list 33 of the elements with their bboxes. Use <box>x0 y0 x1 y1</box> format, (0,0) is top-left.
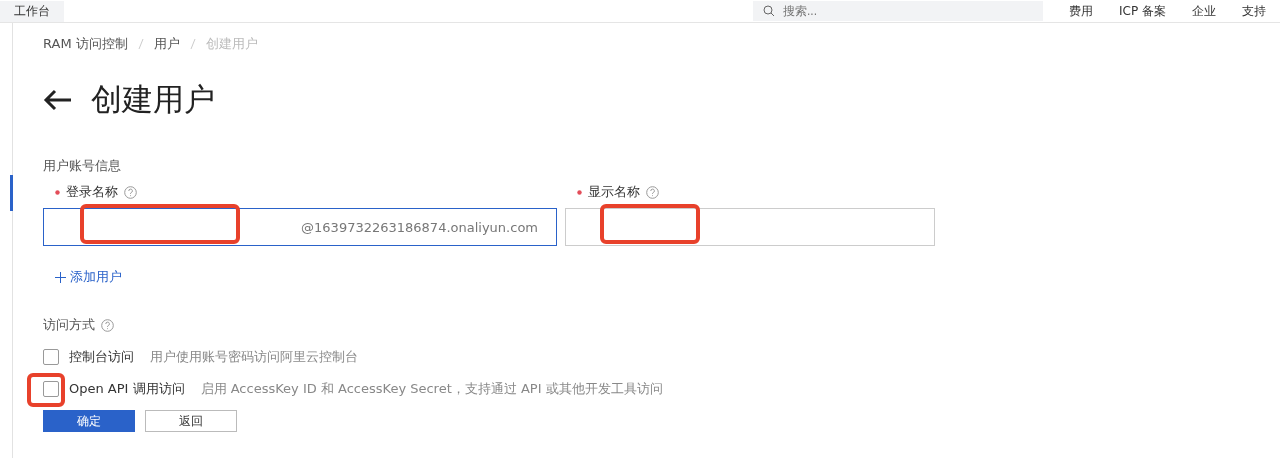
search-field[interactable]: 搜索... <box>781 3 986 19</box>
search-box[interactable]: 搜索... <box>753 1 1044 21</box>
checkbox[interactable] <box>43 349 59 365</box>
separator-icon <box>137 38 144 50</box>
checkbox[interactable] <box>43 381 59 397</box>
nav-link[interactable]: 支持 <box>1242 2 1266 20</box>
field-label: 登录名称 <box>66 183 118 201</box>
help-icon <box>124 185 137 199</box>
search-icon <box>763 5 776 17</box>
active-indicator <box>10 175 13 211</box>
help-icon <box>646 185 659 199</box>
nav-link[interactable]: 费用 <box>1069 2 1094 20</box>
separator-icon <box>189 38 196 50</box>
option-description: 用户使用账号密码访问阿里云控制台 <box>150 348 358 366</box>
page-title: 创建用户 <box>91 80 215 119</box>
back-button[interactable]: 返回 <box>145 410 237 432</box>
confirm-button[interactable]: 确定 <box>43 410 135 432</box>
checkbox-label: Open API 调用访问 <box>69 380 185 398</box>
option-description: 启用 AccessKey ID 和 AccessKey Secret，支持通过 API 或其他开发工具访问 <box>200 380 663 398</box>
add-user-link[interactable]: 添加用户 <box>43 268 1280 286</box>
nav-link[interactable]: 企业 <box>1192 2 1216 20</box>
breadcrumb-link[interactable]: 用户 <box>153 35 180 53</box>
help-icon <box>101 318 114 332</box>
section-title: 访问方式 <box>43 316 95 334</box>
breadcrumb-link[interactable]: RAM 访问控制 <box>43 35 128 53</box>
plus-icon <box>55 271 66 283</box>
checkbox-label: 控制台访问 <box>69 348 134 366</box>
workspace-button[interactable]: 工作台 <box>0 0 64 22</box>
section-title: 用户账号信息 <box>43 157 122 175</box>
nav-link[interactable]: ICP 备案 <box>1119 2 1166 20</box>
field-label: 显示名称 <box>588 183 640 201</box>
input-suffix: @1639732263186874.onaliyun.com <box>301 219 538 235</box>
back-arrow-icon[interactable] <box>43 89 73 111</box>
